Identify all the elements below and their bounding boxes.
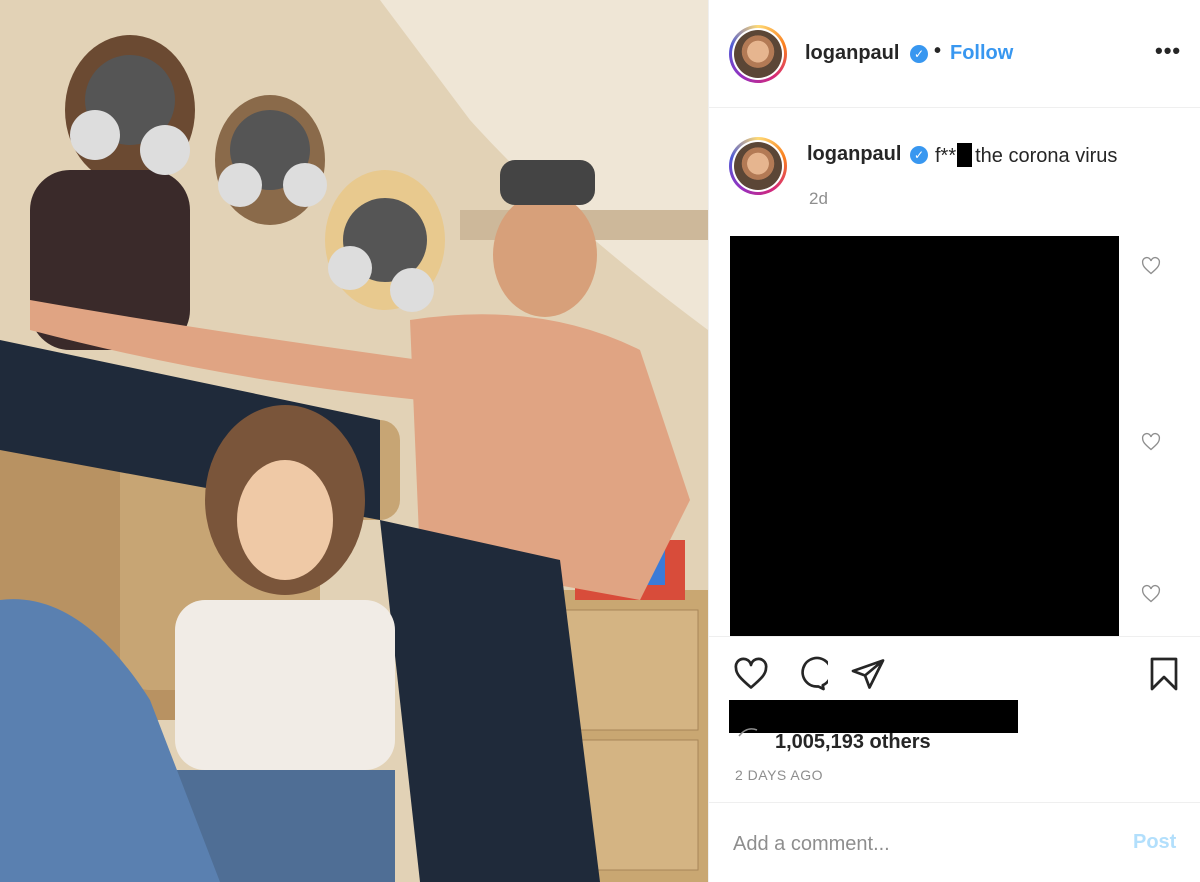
author-username[interactable]: loganpaul	[805, 42, 899, 65]
comment-like-heart-icon[interactable]	[1141, 584, 1161, 604]
photo-illustration	[0, 0, 708, 882]
heart-icon[interactable]	[733, 656, 769, 692]
post-comment-button[interactable]: Post	[1133, 831, 1176, 854]
caption-author-username[interactable]: loganpaul	[807, 143, 901, 166]
comment-like-heart-icon[interactable]	[1141, 432, 1161, 452]
comment-bar: Post	[709, 802, 1200, 882]
separator-dot: •	[934, 40, 942, 62]
post-side-panel: loganpaul ✓ • Follow ••• loganpaul ✓ f**…	[708, 0, 1200, 882]
comment-like-heart-icon[interactable]	[1141, 256, 1161, 276]
caption-suffix: the corona virus	[975, 145, 1118, 167]
follow-button[interactable]: Follow	[950, 42, 1013, 65]
caption-text: f** the corona virus	[935, 143, 1117, 168]
caption-timestamp[interactable]: 2d	[809, 189, 828, 209]
comment-bubble-icon[interactable]	[792, 656, 828, 692]
bookmark-icon[interactable]	[1146, 656, 1182, 692]
comment-input[interactable]	[733, 829, 1113, 859]
post-photo	[0, 0, 708, 882]
caption-prefix: f**	[935, 145, 957, 167]
redacted-comments	[730, 236, 1119, 636]
redaction-block	[957, 143, 973, 167]
verified-badge-icon: ✓	[910, 146, 928, 164]
verified-badge-icon: ✓	[910, 45, 928, 63]
paper-plane-icon[interactable]	[850, 656, 886, 692]
likes-count[interactable]: 1,005,193 others	[775, 731, 931, 754]
liked-by-icon	[738, 728, 758, 737]
post-date[interactable]: 2 DAYS AGO	[735, 767, 823, 783]
author-avatar[interactable]	[729, 25, 787, 83]
redacted-likers	[729, 700, 1018, 733]
more-options-icon[interactable]: •••	[1155, 38, 1181, 64]
caption-author-avatar[interactable]	[729, 137, 787, 195]
post-header: loganpaul ✓ • Follow •••	[709, 0, 1200, 108]
